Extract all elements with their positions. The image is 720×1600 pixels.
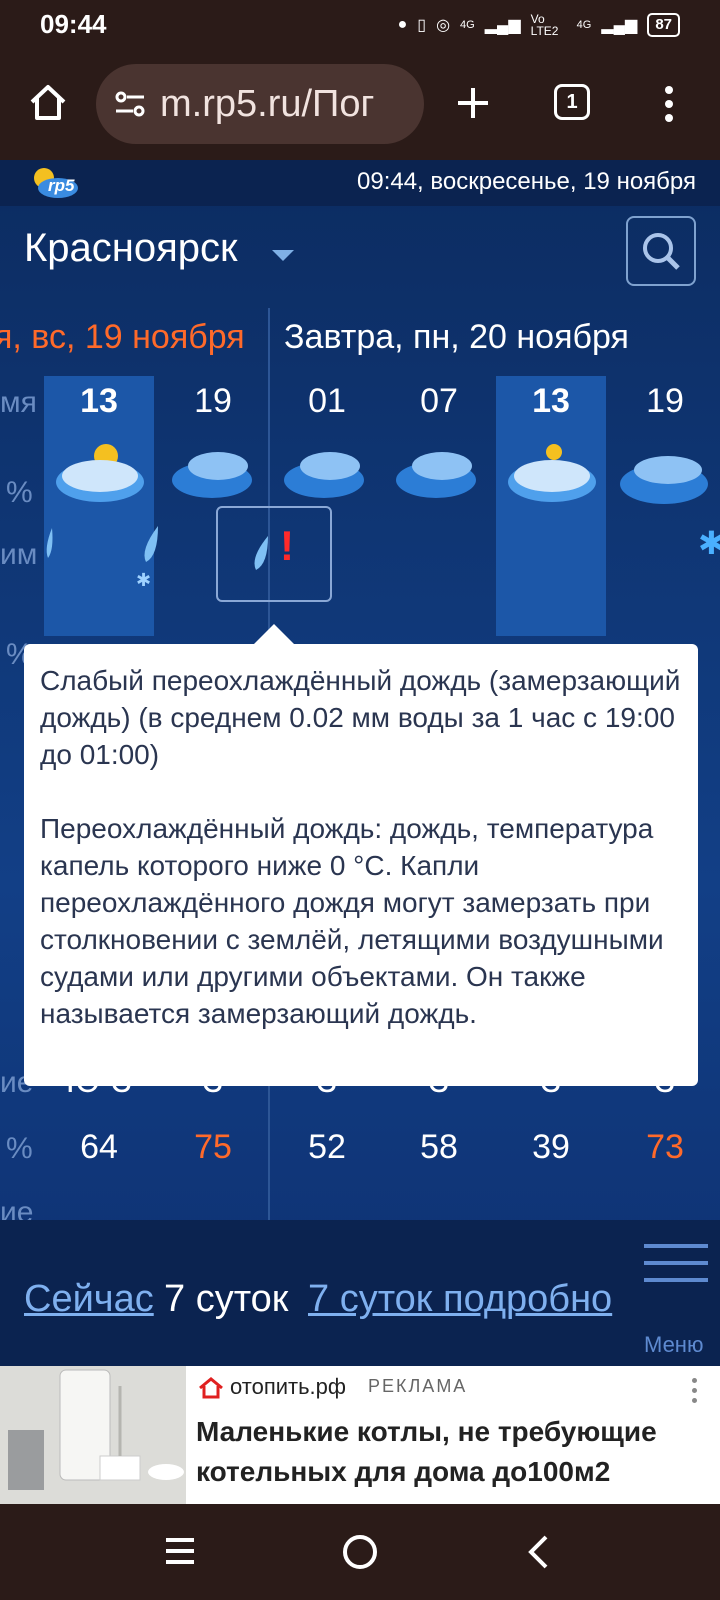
snowflake-icon: ✱ (698, 525, 720, 561)
home-icon (30, 85, 66, 120)
new-tab-button[interactable] (448, 78, 498, 128)
back-icon[interactable] (526, 1534, 550, 1570)
boiler-room-image (0, 1366, 186, 1504)
snowflake-icon: ✱ (136, 570, 152, 590)
hotspot-icon: ◎ (436, 17, 451, 34)
menu-label[interactable]: Меню (644, 1332, 703, 1358)
recent-apps-icon[interactable] (164, 1536, 196, 1566)
humidity-cell: 73 (646, 1128, 684, 1166)
dot-icon: ● (397, 16, 408, 33)
cloudy-night-icon (172, 452, 252, 498)
hamburger-menu-icon[interactable] (644, 1244, 708, 1295)
site-topbar: rp5 09:44, воскресенье, 19 ноября (0, 160, 720, 206)
current-datetime: 09:44, воскресенье, 19 ноября (357, 168, 696, 195)
status-icons: ● ▯ ◎ 4G ▂▄▆ Vo LTE2 4G ▂▄▆ 87 (398, 10, 680, 40)
nav-now-link[interactable]: Сейчас (24, 1278, 154, 1321)
tooltip-summary: Слабый переохлаждённый дождь (замерзающи… (40, 665, 681, 770)
network-label-3: 4G (576, 19, 592, 31)
rain-drop-icon (46, 528, 53, 558)
hour-cell: 07 (420, 382, 458, 420)
freezing-rain-alert[interactable]: ! (216, 506, 332, 602)
more-vert-icon (665, 86, 673, 122)
tooltip-definition: Переохлаждённый дождь: дождь, температур… (40, 813, 664, 1029)
cloudy-day-icon (56, 444, 144, 502)
humidity-cell: 64 (80, 1128, 118, 1166)
house-logo-icon (199, 1377, 223, 1399)
ad-brand[interactable]: отопить.рф (230, 1374, 346, 1400)
rain-drop-icon (254, 536, 268, 570)
humidity-cell: 52 (308, 1128, 346, 1166)
ad-title[interactable]: Маленькие котлы, не требующие котельных … (196, 1412, 696, 1492)
network-label-1: 4G (460, 19, 475, 31)
city-name[interactable]: Красноярск (24, 226, 238, 271)
precipitation-tooltip: Слабый переохлаждённый дождь (замерзающи… (24, 644, 698, 1086)
search-icon (643, 233, 680, 270)
home-button[interactable] (24, 76, 72, 128)
browser-menu-button[interactable] (654, 78, 684, 130)
day-label-today: я, вс, 19 ноября (0, 318, 245, 356)
humidity-cell: 75 (194, 1128, 232, 1166)
signal-icon: ▂▄▆ (484, 17, 521, 34)
nav-seven-days-detail-link[interactable]: 7 суток подробно (308, 1278, 612, 1321)
browser-toolbar: m.rp5.ru/Пог 1 (0, 52, 720, 160)
tab-count: 1 (554, 84, 590, 120)
ad-options-icon[interactable] (692, 1378, 698, 1408)
hour-cell: 13 (80, 382, 118, 420)
cloudy-night-icon (396, 452, 476, 498)
network-label-2: Vo LTE2 (530, 12, 559, 38)
site-logo[interactable]: rp5 (28, 164, 80, 200)
rain-drop-icon (144, 526, 158, 562)
bottom-navigation: Сейчас 7 суток 7 суток подробно Меню (0, 1220, 720, 1366)
row-label: % (6, 476, 33, 509)
tabs-button[interactable]: 1 (552, 82, 592, 122)
row-label: % (6, 1132, 33, 1165)
status-time: 09:44 (40, 9, 107, 39)
hour-cell: 13 (532, 382, 570, 420)
search-button[interactable] (626, 216, 696, 286)
humidity-cell: 58 (420, 1128, 458, 1166)
vibrate-icon: ▯ (417, 17, 427, 34)
hour-cell: 19 (194, 382, 232, 420)
chevron-down-icon[interactable] (272, 250, 294, 261)
cloudy-day-icon (508, 444, 596, 502)
cloudy-icon (620, 456, 708, 504)
url-text: m.rp5.ru/Пог (160, 82, 375, 125)
signal-icon-2: ▂▄▆ (601, 17, 638, 34)
ad-image[interactable] (0, 1366, 186, 1504)
plus-icon (458, 88, 488, 118)
address-bar[interactable]: m.rp5.ru/Пог (96, 64, 424, 144)
hour-cell: 01 (308, 382, 346, 420)
row-label: мя (0, 386, 37, 419)
warning-mark: ! (280, 522, 294, 569)
nav-seven-days-current: 7 суток (164, 1278, 289, 1320)
system-navigation-bar (0, 1504, 720, 1600)
home-nav-icon[interactable] (340, 1532, 380, 1572)
ad-banner[interactable]: отопить.рф РЕКЛАМА Маленькие котлы, не т… (0, 1366, 720, 1504)
site-settings-icon (115, 91, 145, 117)
cloudy-night-icon (284, 452, 364, 498)
tooltip-arrow (254, 624, 294, 644)
humidity-cell: 39 (532, 1128, 570, 1166)
battery-icon: 87 (647, 13, 680, 37)
row-label: им (0, 538, 38, 571)
hour-cell: 19 (646, 382, 684, 420)
day-label-tomorrow: Завтра, пн, 20 ноября (284, 318, 629, 356)
status-bar: 09:44 ● ▯ ◎ 4G ▂▄▆ Vo LTE2 4G ▂▄▆ 87 (0, 0, 720, 52)
ad-tag: РЕКЛАМА (368, 1376, 468, 1396)
logo-text: rp5 (48, 176, 75, 195)
